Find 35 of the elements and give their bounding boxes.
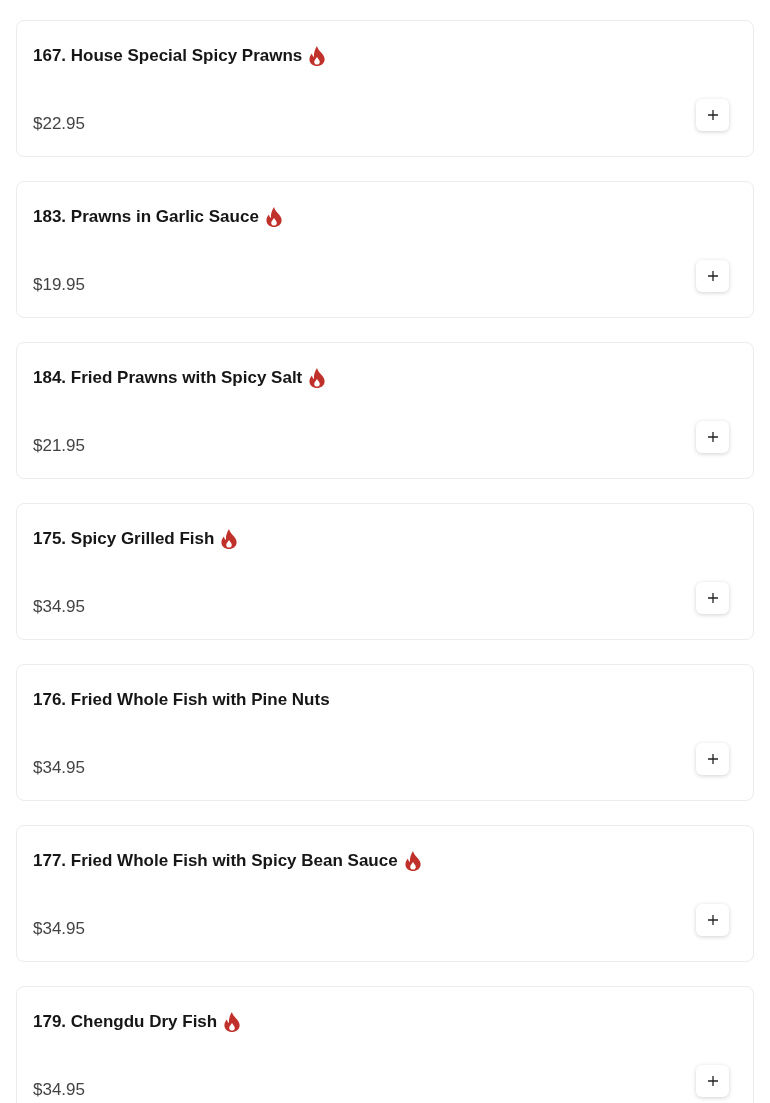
plus-icon xyxy=(707,271,718,281)
add-button[interactable] xyxy=(696,582,729,614)
add-button[interactable] xyxy=(696,99,729,131)
add-button[interactable] xyxy=(696,904,729,936)
item-name: 183. Prawns in Garlic Sauce xyxy=(33,206,259,228)
item-price: $34.95 xyxy=(33,1080,85,1100)
plus-icon xyxy=(707,1076,718,1086)
plus-icon xyxy=(707,915,718,925)
menu-item-card[interactable]: 183. Prawns in Garlic Sauce $19.95 xyxy=(16,181,754,318)
plus-icon xyxy=(707,110,718,120)
item-price: $34.95 xyxy=(33,919,85,939)
menu-item-card[interactable]: 176. Fried Whole Fish with Pine Nuts $34.95 xyxy=(16,664,754,801)
item-name: 177. Fried Whole Fish with Spicy Bean Sauce xyxy=(33,850,398,872)
add-button[interactable] xyxy=(696,743,729,775)
plus-icon xyxy=(707,754,718,764)
item-price: $21.95 xyxy=(33,436,85,456)
add-button[interactable] xyxy=(696,1065,729,1097)
item-price: $34.95 xyxy=(33,597,85,617)
menu-item-card[interactable]: 175. Spicy Grilled Fish $34.95 xyxy=(16,503,754,640)
plus-icon xyxy=(707,432,718,442)
item-price: $34.95 xyxy=(33,758,85,778)
plus-icon xyxy=(707,593,718,603)
menu-item-card[interactable]: 179. Chengdu Dry Fish $34.95 xyxy=(16,986,754,1103)
item-name: 176. Fried Whole Fish with Pine Nuts xyxy=(33,689,330,711)
item-price: $19.95 xyxy=(33,275,85,295)
item-name: 167. House Special Spicy Prawns xyxy=(33,45,303,67)
menu-item-card[interactable]: 167. House Special Spicy Prawns $22.95 xyxy=(16,20,754,157)
menu-item-card[interactable]: 177. Fried Whole Fish with Spicy Bean Sauce $34.95 xyxy=(16,825,754,962)
item-name: 184. Fried Prawns with Spicy Salt xyxy=(33,367,303,389)
add-button[interactable] xyxy=(696,260,729,292)
item-price: $22.95 xyxy=(33,114,85,134)
item-name: 175. Spicy Grilled Fish xyxy=(33,528,215,550)
menu-item-card[interactable]: 184. Fried Prawns with Spicy Salt $21.95 xyxy=(16,342,754,479)
item-name: 179. Chengdu Dry Fish xyxy=(33,1011,218,1033)
add-button[interactable] xyxy=(696,421,729,453)
